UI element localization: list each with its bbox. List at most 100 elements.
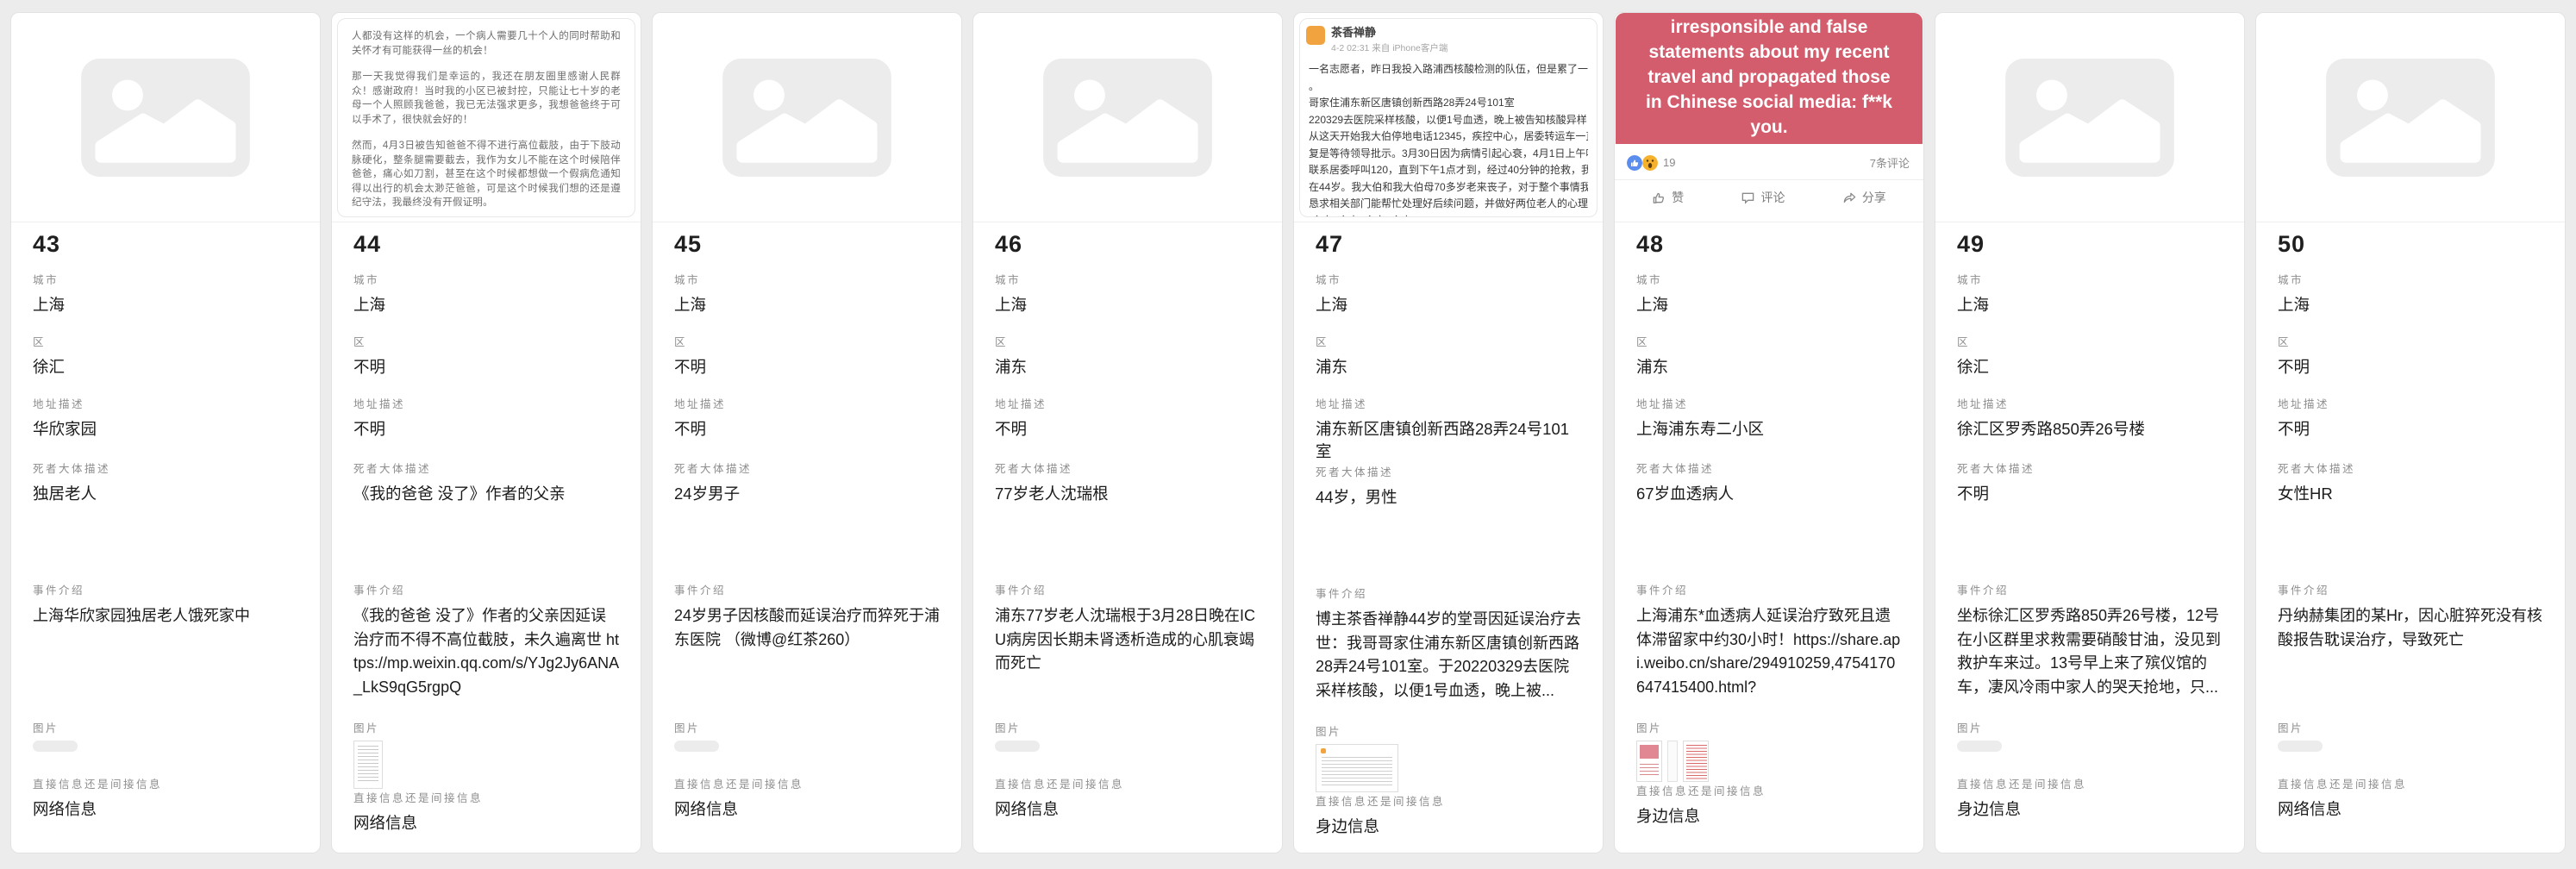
image-thumbnail[interactable] — [353, 741, 620, 789]
field-source: 直接信息还是间接信息 身边信息 — [1636, 782, 1903, 853]
share-action-button[interactable]: 分享 — [1842, 189, 1886, 206]
field-address-value: 华欣家园 — [33, 418, 299, 441]
field-event-value: 浦东77岁老人沈瑞根于3月28日晚在ICU病房因长期未肾透析造成的心肌衰竭而死亡 — [995, 604, 1261, 676]
field-source-value: 网络信息 — [2278, 798, 2544, 821]
field-source: 直接信息还是间接信息 网络信息 — [353, 789, 620, 853]
thumbnail-pill[interactable] — [674, 741, 719, 752]
field-city-label: 城市 — [674, 271, 941, 287]
field-deceased-label: 死者大体描述 — [995, 460, 1261, 476]
field-event-value: 上海浦东*血透病人延误治疗致死且遗体滞留家中约30小时！https://shar… — [1636, 604, 1903, 699]
thumbnail-row — [1636, 741, 1903, 782]
field-deceased-label: 死者大体描述 — [33, 460, 299, 476]
field-source-label: 直接信息还是间接信息 — [2278, 775, 2544, 791]
field-source: 直接信息还是间接信息 身边信息 — [1316, 792, 1582, 853]
thumbnail-pill[interactable] — [995, 741, 1040, 752]
field-event-label: 事件介绍 — [353, 581, 620, 597]
field-deceased-label: 死者大体描述 — [1957, 460, 2223, 476]
field-deceased-value: 77岁老人沈瑞根 — [995, 483, 1261, 505]
image-thumbnail[interactable] — [1636, 741, 1903, 782]
case-card[interactable]: 50 城市 上海 区 不明 地址描述 不明 死者大体描述 女性HR 事件介绍 丹… — [2255, 12, 2566, 853]
field-city-value: 上海 — [1957, 294, 2223, 316]
field-event-label: 事件介绍 — [1636, 581, 1903, 597]
card-media — [2256, 13, 2565, 222]
field-image: 图片 — [1636, 719, 1903, 782]
screenshot-thumbnail-2[interactable] — [1667, 741, 1678, 782]
field-event-value: 24岁男子因核酸而延误治疗而猝死于浦东医院 （微博@红茶260） — [674, 604, 941, 652]
field-event-value: 坐标徐汇区罗秀路850弄26号楼，12号在小区群里求救需要硝酸甘油，没见到救护车… — [1957, 604, 2223, 699]
field-source-value: 网络信息 — [674, 798, 941, 821]
thumbnail-pill[interactable] — [1957, 741, 2002, 752]
card-body: 45 城市 上海 区 不明 地址描述 不明 死者大体描述 24岁男子 事件介绍 … — [653, 222, 961, 853]
field-deceased-label: 死者大体描述 — [2278, 460, 2544, 476]
image-thumbnail[interactable] — [2278, 741, 2544, 752]
reaction-count: 19 — [1663, 156, 1675, 169]
field-city: 城市 上海 — [353, 271, 620, 333]
field-city: 城市 上海 — [33, 271, 299, 333]
weibo-post-line: 从这天开始我大伯停地电话12345，疾控中心，居委转运车一直不来。永 — [1309, 128, 1588, 146]
field-district-label: 区 — [353, 333, 620, 349]
weibo-post-line: 恳求相关部门能帮忙处理好后续问题，并做好两位老人的心理疏导，给予 — [1309, 196, 1588, 213]
field-deceased: 死者大体描述 67岁血透病人 — [1636, 460, 1903, 581]
field-deceased: 死者大体描述 独居老人 — [33, 460, 299, 581]
card-body: 46 城市 上海 区 浦东 地址描述 不明 死者大体描述 77岁老人沈瑞根 事件… — [973, 222, 1282, 853]
field-district: 区 浦东 — [995, 333, 1261, 395]
like-action-button[interactable]: 赞 — [1652, 189, 1684, 206]
article-paragraph: 然而，4月3日被告知爸爸不得不进行高位截肢，由于下肢动脉硬化，整条腿需要截去，我… — [352, 139, 621, 210]
field-image-label: 图片 — [1316, 722, 1582, 739]
action-label: 分享 — [1862, 189, 1886, 206]
case-card[interactable]: 45 城市 上海 区 不明 地址描述 不明 死者大体描述 24岁男子 事件介绍 … — [652, 12, 962, 853]
field-district-label: 区 — [2278, 333, 2544, 349]
field-source: 直接信息还是间接信息 网络信息 — [674, 775, 941, 853]
field-source-label: 直接信息还是间接信息 — [353, 789, 620, 805]
field-district: 区 不明 — [2278, 333, 2544, 395]
field-address-value: 不明 — [353, 418, 620, 441]
screenshot-thumbnail-1[interactable] — [1636, 741, 1662, 782]
field-deceased-label: 死者大体描述 — [1636, 460, 1903, 476]
weibo-post-line: 220329去医院采样核酸，以便1号血透，晚上被告知核酸异样，等待转移 — [1309, 112, 1588, 129]
weibo-post-line: [合十][合十][合十][合十] — [1309, 213, 1588, 218]
card-body: 48 城市 上海 区 浦东 地址描述 上海浦东寿二小区 死者大体描述 67岁血透… — [1615, 222, 1923, 853]
image-thumbnail[interactable] — [674, 741, 941, 752]
comment-count[interactable]: 7条评论 — [1870, 154, 1910, 171]
field-event-label: 事件介绍 — [674, 581, 941, 597]
image-thumbnail[interactable] — [1957, 741, 2223, 752]
field-event: 事件介绍 博主茶香禅静44岁的堂哥因延误治疗去世：我哥哥家住浦东新区唐镇创新西路… — [1316, 585, 1582, 722]
field-image: 图片 — [674, 719, 941, 775]
field-deceased: 死者大体描述 女性HR — [2278, 460, 2544, 581]
case-card[interactable]: irresponsible and false statements about… — [1614, 12, 1924, 853]
case-card[interactable]: 49 城市 上海 区 徐汇 地址描述 徐汇区罗秀路850弄26号楼 死者大体描述… — [1935, 12, 2245, 853]
weibo-screenshot-thumbnail[interactable] — [1316, 744, 1398, 792]
field-address-value: 不明 — [995, 418, 1261, 441]
field-source-value: 网络信息 — [353, 812, 620, 835]
comment-action-button[interactable]: 评论 — [1741, 189, 1785, 206]
facebook-action-bar: 赞 评论 分享 — [1615, 180, 1923, 215]
article-paragraph: 那一天我觉得我们是幸运的，我还在朋友圈里感谢人民群众！感谢政府！当时我的小区已被… — [352, 70, 621, 127]
card-body: 44 城市 上海 区 不明 地址描述 不明 死者大体描述 《我的爸爸 没了》作者… — [332, 222, 641, 853]
document-thumbnail[interactable] — [353, 741, 383, 789]
case-number: 49 — [1957, 231, 2223, 271]
case-number: 47 — [1316, 231, 1582, 271]
field-image-label: 图片 — [353, 719, 620, 735]
case-card[interactable]: 43 城市 上海 区 徐汇 地址描述 华欣家园 死者大体描述 独居老人 事件介绍… — [10, 12, 321, 853]
image-thumbnail[interactable] — [33, 741, 299, 752]
field-event: 事件介绍 浦东77岁老人沈瑞根于3月28日晚在ICU病房因长期未肾透析造成的心肌… — [995, 581, 1261, 719]
screenshot-thumbnail-3[interactable] — [1683, 741, 1709, 782]
field-district-label: 区 — [1957, 333, 2223, 349]
facebook-post-text: irresponsible and false statements about… — [1616, 13, 1923, 144]
article-paragraph: 人都没有这样的机会，一个病人需要几十个人的同时帮助和关怀才有可能获得一丝的机会！ — [352, 29, 621, 58]
field-event: 事件介绍 《我的爸爸 没了》作者的父亲因延误治疗而不得不高位截肢，未久遍离世 h… — [353, 581, 620, 719]
field-city-label: 城市 — [33, 271, 299, 287]
weibo-avatar — [1306, 26, 1325, 45]
field-deceased-value: 不明 — [1957, 483, 2223, 505]
case-number: 48 — [1636, 231, 1903, 271]
thumbnail-pill[interactable] — [33, 741, 78, 752]
field-event: 事件介绍 24岁男子因核酸而延误治疗而猝死于浦东医院 （微博@红茶260） — [674, 581, 941, 719]
field-source-label: 直接信息还是间接信息 — [1957, 775, 2223, 791]
case-card[interactable]: 茶香禅静4-2 02:31 来自 iPhone客户端一名志愿者，昨日我投入路浦西… — [1293, 12, 1604, 853]
image-thumbnail[interactable] — [1316, 744, 1582, 792]
case-card[interactable]: 46 城市 上海 区 浦东 地址描述 不明 死者大体描述 77岁老人沈瑞根 事件… — [972, 12, 1283, 853]
case-card[interactable]: 人都没有这样的机会，一个病人需要几十个人的同时帮助和关怀才有可能获得一丝的机会！… — [331, 12, 641, 853]
image-placeholder-icon — [81, 59, 250, 177]
thumbnail-pill[interactable] — [2278, 741, 2323, 752]
image-thumbnail[interactable] — [995, 741, 1261, 752]
